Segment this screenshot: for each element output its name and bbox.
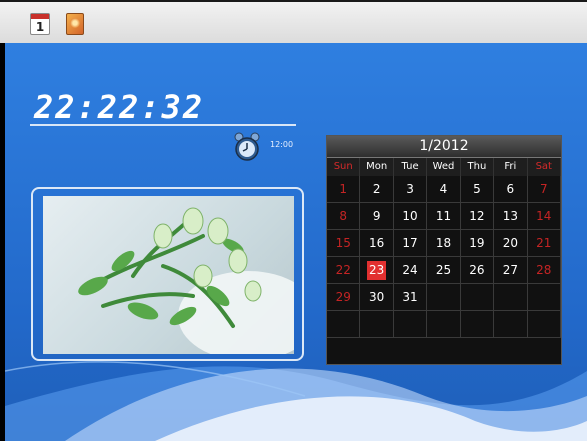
calendar-day-number: 22 <box>335 263 351 277</box>
calendar-icon[interactable]: 1 <box>30 13 50 35</box>
calendar-day-number: 3 <box>406 182 414 196</box>
calendar-day[interactable]: 7 <box>527 176 561 203</box>
calendar-day-number: 26 <box>469 263 485 277</box>
calendar-day[interactable]: 9 <box>360 203 394 230</box>
screen: 1 22:22:32 12:00 1/2012 Sun Mon Tue Wed … <box>0 0 587 441</box>
calendar-day[interactable]: 19 <box>460 230 495 257</box>
calendar-day-number: 12 <box>469 209 485 223</box>
calendar-day[interactable]: 27 <box>494 257 528 284</box>
calendar-day-number: 31 <box>402 290 418 304</box>
calendar-day-number: 29 <box>335 290 351 304</box>
calendar-icon-number: 1 <box>35 20 45 34</box>
calendar-icon-ring <box>31 14 49 19</box>
calendar-day-number: 27 <box>502 263 518 277</box>
calendar-day-number: 15 <box>335 236 351 250</box>
calendar-day[interactable]: 21 <box>527 230 561 257</box>
calendar-empty-cell <box>427 311 461 338</box>
calendar-empty-cell <box>494 311 528 338</box>
calendar-day[interactable]: 3 <box>393 176 428 203</box>
weekday-header: Tue <box>393 158 428 176</box>
weekday-header: Sun <box>327 158 361 176</box>
calendar-day-number: 30 <box>368 290 385 304</box>
photo-icon[interactable] <box>66 13 84 35</box>
calendar-day-number: 11 <box>435 209 452 223</box>
calendar-day-number: 18 <box>435 236 452 250</box>
calendar-month-title[interactable]: 1/2012 <box>327 136 561 158</box>
calendar-day-number: 4 <box>439 182 448 196</box>
calendar-day[interactable]: 16 <box>360 230 394 257</box>
calendar-day-number: 8 <box>339 209 348 223</box>
calendar-day[interactable]: 5 <box>460 176 495 203</box>
calendar-empty-cell <box>427 284 461 311</box>
calendar-day-number: 19 <box>469 236 485 250</box>
calendar-empty-cell <box>460 311 495 338</box>
weekday-header: Wed <box>427 158 461 176</box>
weekday-header: Sat <box>527 158 561 176</box>
calendar-day[interactable]: 12 <box>460 203 495 230</box>
calendar-widget: 1/2012 Sun Mon Tue Wed Thu Fri Sat 1 2 3 4 5 6 7 8 9 10 1… <box>326 135 562 365</box>
weekday-header: Fri <box>494 158 528 176</box>
calendar-day-number: 20 <box>502 236 518 250</box>
calendar-day[interactable]: 24 <box>393 257 428 284</box>
calendar-day-number: 2 <box>372 182 381 196</box>
calendar-day-number: 10 <box>402 209 418 223</box>
calendar-day[interactable]: 26 <box>460 257 495 284</box>
calendar-empty-cell <box>360 311 394 338</box>
calendar-day[interactable]: 11 <box>427 203 461 230</box>
alarm-clock-icon[interactable] <box>232 132 262 162</box>
calendar-day[interactable]: 1 <box>327 176 361 203</box>
calendar-empty-cell <box>460 284 495 311</box>
calendar-day[interactable]: 6 <box>494 176 528 203</box>
calendar-day[interactable]: 2 <box>360 176 394 203</box>
calendar-day-number: 13 <box>502 209 518 223</box>
calendar-empty-cell <box>494 284 528 311</box>
calendar-day-today[interactable]: 23 <box>360 257 394 284</box>
calendar-day-number: 23 <box>367 261 387 280</box>
alarm-time: 12:00 <box>270 140 294 149</box>
calendar-day[interactable]: 17 <box>393 230 428 257</box>
calendar-day-number: 16 <box>368 236 385 250</box>
calendar-day-number: 7 <box>539 182 548 196</box>
calendar-grid: Sun Mon Tue Wed Thu Fri Sat 1 2 3 4 5 6 7 8 9 10 11 12 13 14… <box>327 158 561 338</box>
calendar-day[interactable]: 31 <box>393 284 428 311</box>
flower-image <box>78 207 294 354</box>
calendar-empty-cell <box>527 311 561 338</box>
calendar-day[interactable]: 25 <box>427 257 461 284</box>
calendar-day[interactable]: 20 <box>494 230 528 257</box>
calendar-day-number: 1 <box>339 182 348 196</box>
calendar-day-number: 14 <box>536 209 552 223</box>
weekday-header: Thu <box>460 158 495 176</box>
calendar-day[interactable]: 8 <box>327 203 361 230</box>
calendar-day-number: 21 <box>536 236 552 250</box>
calendar-day[interactable]: 28 <box>527 257 561 284</box>
calendar-day-number: 5 <box>473 182 481 196</box>
calendar-day[interactable]: 30 <box>360 284 394 311</box>
calendar-day-number: 24 <box>402 263 418 277</box>
slideshow-photo[interactable] <box>43 196 294 354</box>
calendar-day-number: 28 <box>536 263 552 277</box>
top-toolbar: 1 <box>0 0 587 43</box>
calendar-day[interactable]: 10 <box>393 203 428 230</box>
weekday-header: Mon <box>360 158 394 176</box>
calendar-day[interactable]: 18 <box>427 230 461 257</box>
calendar-day[interactable]: 15 <box>327 230 361 257</box>
digital-clock: 22:22:32 <box>34 88 205 126</box>
calendar-day[interactable]: 4 <box>427 176 461 203</box>
calendar-day[interactable]: 14 <box>527 203 561 230</box>
calendar-empty-cell <box>327 311 361 338</box>
calendar-day-number: 25 <box>435 263 452 277</box>
calendar-day-number: 17 <box>402 236 418 250</box>
calendar-day[interactable]: 29 <box>327 284 361 311</box>
calendar-empty-cell <box>527 284 561 311</box>
calendar-day-number: 6 <box>506 182 515 196</box>
calendar-day[interactable]: 22 <box>327 257 361 284</box>
calendar-day-number: 9 <box>372 209 381 223</box>
calendar-day[interactable]: 13 <box>494 203 528 230</box>
calendar-empty-cell <box>393 311 428 338</box>
clock-underline <box>30 124 296 126</box>
